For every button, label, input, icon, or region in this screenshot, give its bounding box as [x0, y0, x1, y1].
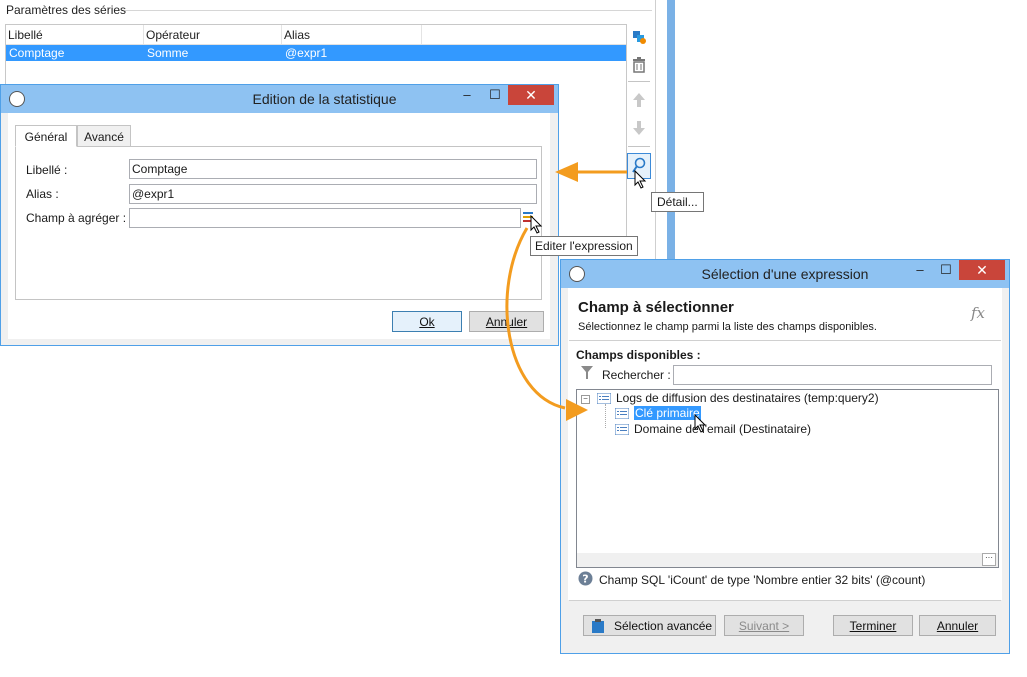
finish-label: Terminer: [849, 619, 897, 633]
libelle-field[interactable]: Comptage: [129, 159, 537, 179]
champ-label: Champ à agréger :: [26, 211, 127, 225]
tree-node-email-domain-label: Domaine de l'email (Destinataire): [634, 422, 812, 436]
minimize-button[interactable]: –: [454, 85, 480, 105]
toolbar-separator: [628, 146, 650, 147]
tree-root-node[interactable]: Logs de diffusion des destinataires (tem…: [597, 391, 879, 405]
group-divider: [125, 10, 652, 11]
column-header-libelle[interactable]: Libellé: [8, 28, 43, 42]
cell-alias: @expr1: [285, 46, 328, 60]
next-label: Suivant >: [738, 619, 790, 633]
column-separator: [281, 25, 282, 44]
move-down-button[interactable]: [628, 117, 650, 139]
next-button[interactable]: Suivant >: [724, 615, 804, 636]
fx-icon: fx: [971, 304, 986, 322]
column-separator: [143, 25, 144, 44]
list-icon: [615, 408, 629, 420]
column-separator: [421, 25, 422, 44]
search-label: Rechercher :: [602, 368, 671, 382]
horizontal-scrollbar[interactable]: [577, 553, 998, 567]
list-icon: [615, 424, 629, 436]
tab-advanced[interactable]: Avancé: [77, 125, 131, 147]
tree-node-primary-key-label: Clé primaire: [634, 406, 701, 420]
maximize-button[interactable]: ☐: [482, 85, 508, 105]
close-button[interactable]: ✕: [508, 85, 554, 105]
column-header-alias[interactable]: Alias: [284, 28, 310, 42]
tree-line: [605, 404, 606, 428]
mouse-cursor-icon: [634, 170, 647, 189]
close-button[interactable]: ✕: [959, 260, 1005, 280]
collapse-toggle[interactable]: −: [581, 395, 590, 404]
grid-header: Libellé Opérateur Alias: [6, 25, 626, 45]
search-input[interactable]: [673, 365, 992, 385]
footer-divider: [569, 600, 1001, 601]
heading-divider: [569, 340, 1001, 341]
edit-expression-tooltip: Editer l'expression: [530, 236, 638, 256]
mouse-cursor-icon: [694, 414, 707, 433]
select-expression-dialog: Sélection d'une expression – ☐ ✕ Champ à…: [560, 259, 1010, 654]
toolbar-separator: [628, 81, 650, 82]
tree-node-primary-key[interactable]: Clé primaire: [615, 406, 701, 420]
move-up-button[interactable]: [628, 89, 650, 111]
detail-tooltip: Détail...: [651, 192, 704, 212]
help-icon: ?: [578, 571, 593, 586]
edit-dialog-titlebar[interactable]: Edition de la statistique – ☐ ✕: [1, 85, 558, 113]
svg-text:?: ?: [582, 573, 588, 586]
finish-button[interactable]: Terminer: [833, 615, 913, 636]
alias-field[interactable]: @expr1: [129, 184, 537, 204]
clipboard-icon: [592, 619, 604, 633]
select-dialog-titlebar[interactable]: Sélection d'une expression – ☐ ✕: [561, 260, 1009, 288]
maximize-button[interactable]: ☐: [933, 260, 959, 280]
tab-general[interactable]: Général: [15, 125, 77, 147]
window-edge: [667, 0, 675, 260]
tree-root-label: Logs de diffusion des destinataires (tem…: [616, 391, 879, 405]
field-info-text: Champ SQL 'iCount' de type 'Nombre entie…: [599, 573, 926, 587]
list-icon: [597, 393, 611, 405]
arrow-down-icon: [633, 121, 645, 135]
minimize-button[interactable]: –: [907, 260, 933, 280]
cell-libelle: Comptage: [9, 46, 65, 60]
table-row[interactable]: Comptage Somme @expr1: [6, 45, 626, 61]
select-subheading: Sélectionnez le champ parmi la liste des…: [578, 321, 877, 333]
filter-icon: [581, 366, 593, 379]
tree-node-email-domain[interactable]: Domaine de l'email (Destinataire): [615, 422, 811, 436]
trash-icon: [633, 57, 645, 73]
select-heading: Champ à sélectionner: [578, 299, 734, 316]
edit-statistic-dialog: Edition de la statistique – ☐ ✕ Général …: [0, 84, 559, 346]
mouse-cursor-icon: [530, 215, 543, 234]
add-icon: [633, 31, 646, 44]
libelle-label: Libellé :: [26, 163, 68, 177]
add-series-button[interactable]: [628, 26, 650, 48]
ok-label: Ok: [419, 315, 435, 329]
arrow-up-icon: [633, 93, 645, 107]
available-fields-label: Champs disponibles :: [576, 348, 701, 362]
cell-operateur: Somme: [147, 46, 189, 60]
ok-button[interactable]: Ok: [392, 311, 462, 332]
delete-button[interactable]: [628, 54, 650, 76]
alias-label: Alias :: [26, 187, 59, 201]
cancel-button[interactable]: Annuler: [469, 311, 544, 332]
cancel-label: Annuler: [485, 315, 528, 329]
column-header-operateur[interactable]: Opérateur: [146, 28, 200, 42]
champ-field[interactable]: [129, 208, 521, 228]
advanced-selection-button[interactable]: Sélection avancée: [583, 615, 716, 636]
cancel-label: Annuler: [936, 619, 979, 633]
series-group-label: Paramètres des séries: [6, 3, 127, 17]
advanced-selection-label: Sélection avancée: [614, 619, 713, 633]
fields-tree[interactable]: − Logs de diffusion des destinataires (t…: [576, 389, 999, 568]
cancel-button[interactable]: Annuler: [919, 615, 996, 636]
more-icon[interactable]: ···: [982, 553, 996, 566]
